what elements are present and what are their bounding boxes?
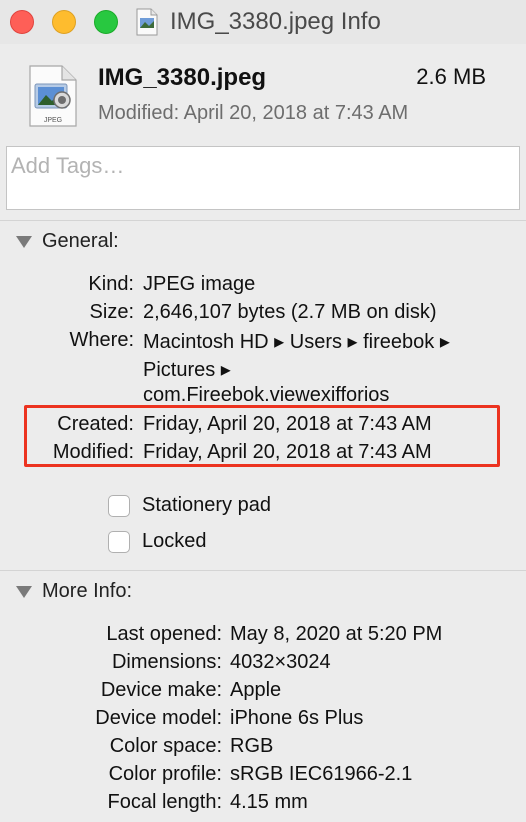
info-value: Pictures ▸ [143, 359, 231, 381]
info-value: 4.15 mm [230, 791, 308, 813]
locked-checkbox[interactable]: Locked [108, 530, 207, 553]
title-bar: IMG_3380.jpeg Info [0, 0, 526, 44]
general-section-title: General: [42, 230, 119, 252]
divider [0, 570, 526, 571]
info-value: JPEG image [143, 273, 256, 295]
file-modified-date: Modified: April 20, 2018 at 7:43 AM [98, 102, 409, 124]
window-title-group: IMG_3380.jpeg Info [136, 6, 381, 38]
info-value: sRGB IEC61966-2.1 [230, 763, 413, 785]
general-section-header[interactable]: General: [16, 230, 119, 253]
info-value: 2,646,107 bytes (2.7 MB on disk) [143, 301, 437, 323]
highlight-box [24, 405, 500, 467]
icon-type-label: JPEG [44, 117, 62, 124]
file-name: IMG_3380.jpeg [98, 64, 267, 91]
more-info-section-header[interactable]: More Info: [16, 580, 132, 603]
info-label: Size: [89, 301, 134, 323]
info-label: Color profile: [108, 763, 222, 785]
info-label: Color space: [109, 735, 222, 757]
info-value: Apple [230, 679, 282, 701]
more-info-section-title: More Info: [42, 580, 133, 602]
info-value: RGB [230, 735, 274, 757]
window-title: IMG_3380.jpeg Info [170, 8, 381, 35]
stationery-pad-checkbox[interactable]: Stationery pad [108, 494, 271, 517]
info-label: Dimensions: [111, 651, 222, 673]
checkbox[interactable] [108, 530, 130, 553]
info-value: Macintosh HD ▸ Users ▸ fireebok ▸ [143, 331, 450, 353]
info-value: May 8, 2020 at 5:20 PM [230, 623, 443, 645]
info-label: Last opened: [106, 623, 222, 645]
info-value: com.Fireebok.viewexifforios [143, 384, 390, 406]
checkbox-label: Stationery pad [142, 494, 271, 516]
checkbox-label: Locked [142, 530, 207, 552]
file-size: 2.6 MB [416, 64, 486, 89]
tags-input[interactable] [11, 153, 515, 179]
disclosure-triangle-icon[interactable] [16, 585, 32, 598]
info-label: Where: [69, 329, 134, 351]
info-label: Kind: [88, 273, 134, 295]
minimize-button[interactable] [52, 10, 76, 34]
tags-field[interactable] [6, 146, 520, 210]
jpeg-document-icon: JPEG [29, 65, 77, 127]
zoom-button[interactable] [94, 10, 118, 34]
info-label: Device model: [95, 707, 222, 729]
jpeg-file-icon [136, 8, 158, 36]
info-value: 4032×3024 [230, 651, 331, 673]
info-value: iPhone 6s Plus [230, 707, 364, 729]
info-label: Device make: [100, 679, 222, 701]
checkbox[interactable] [108, 494, 130, 517]
divider [0, 220, 526, 221]
info-label: Focal length: [107, 791, 222, 813]
disclosure-triangle-icon[interactable] [16, 235, 32, 248]
close-button[interactable] [10, 10, 34, 34]
